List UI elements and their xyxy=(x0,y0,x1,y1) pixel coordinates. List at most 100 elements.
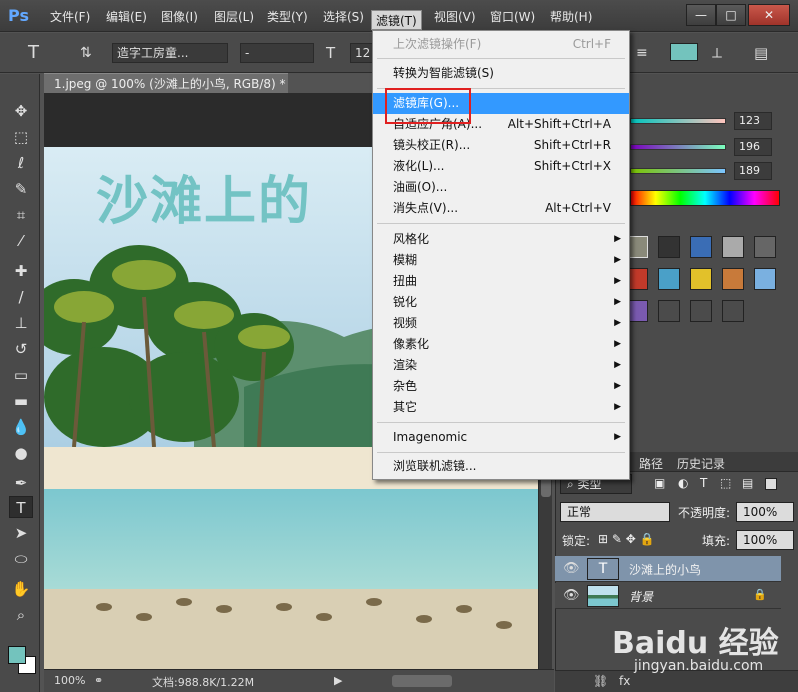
layer-row-background[interactable]: 👁 背景 🔒 xyxy=(555,583,781,609)
eyedropper-tool-icon[interactable]: ⁄ xyxy=(9,230,33,252)
menu-distort[interactable]: 扭曲 ▶ xyxy=(373,271,629,292)
menu-stylize[interactable]: 风格化 ▶ xyxy=(373,229,629,250)
filter-type-icon[interactable]: T xyxy=(700,476,707,490)
menu-select[interactable]: 选择(S) xyxy=(323,8,364,26)
hand-tool-icon[interactable]: ✋ xyxy=(9,578,33,600)
menu-type[interactable]: 类型(Y) xyxy=(267,8,308,26)
menu-pixelate[interactable]: 像素化 ▶ xyxy=(373,334,629,355)
style-swatch[interactable] xyxy=(690,300,712,322)
style-swatch[interactable] xyxy=(658,236,680,258)
style-swatch[interactable] xyxy=(658,268,680,290)
baidu-jingyan-watermark: Baidu 经验 jingyan.baidu.com xyxy=(600,618,790,688)
style-swatch[interactable] xyxy=(754,268,776,290)
menu-noise[interactable]: 杂色 ▶ xyxy=(373,376,629,397)
lock-pixels-icon[interactable]: ⊞ ✎ ✥ 🔒 xyxy=(598,532,655,546)
zoom-tool-icon[interactable]: ⌕ xyxy=(9,604,33,626)
color-spectrum[interactable] xyxy=(630,190,780,206)
tab-paths[interactable]: 路径 xyxy=(639,455,663,472)
style-swatch[interactable] xyxy=(690,236,712,258)
menu-filter[interactable]: 滤镜(T) xyxy=(371,10,422,30)
menu-other[interactable]: 其它 ▶ xyxy=(373,397,629,418)
menu-imagenomic[interactable]: Imagenomic ▶ xyxy=(373,427,629,448)
crop-tool-icon[interactable]: ⌗ xyxy=(9,204,33,226)
text-color-swatch[interactable] xyxy=(670,43,698,61)
font-family-select[interactable]: 造字工房童... xyxy=(112,43,228,63)
opacity-field[interactable]: 100% xyxy=(736,502,794,522)
blur-tool-icon[interactable]: 💧 xyxy=(9,416,33,438)
menu-oil-paint[interactable]: 油画(O)... xyxy=(373,177,629,198)
menu-file[interactable]: 文件(F) xyxy=(50,8,90,26)
menu-window[interactable]: 窗口(W) xyxy=(490,8,535,26)
menu-convert-smart-filter[interactable]: 转换为智能滤镜(S) xyxy=(373,63,629,84)
eraser-tool-icon[interactable]: ▭ xyxy=(9,364,33,386)
filter-toggle-switch[interactable] xyxy=(765,478,777,490)
menu-sharpen[interactable]: 锐化 ▶ xyxy=(373,292,629,313)
menu-view[interactable]: 视图(V) xyxy=(434,8,476,26)
menu-lens-correction[interactable]: 镜头校正(R)... Shift+Ctrl+R xyxy=(373,135,629,156)
align-right-icon[interactable]: ≡ xyxy=(636,43,648,63)
toggle-text-orientation-icon[interactable]: ⇅ xyxy=(80,43,92,63)
minimize-button[interactable]: — xyxy=(686,4,716,26)
status-menu-icon[interactable]: ⚭ xyxy=(94,674,103,687)
lasso-tool-icon[interactable]: ℓ xyxy=(9,152,33,174)
font-style-select[interactable]: - xyxy=(240,43,314,63)
menu-layer[interactable]: 图层(L) xyxy=(214,8,254,26)
color-slider-r[interactable]: 123 xyxy=(630,112,798,132)
font-size-field[interactable]: 12 xyxy=(350,43,374,63)
type-tool-icon[interactable]: T xyxy=(9,496,33,518)
dodge-tool-icon[interactable]: ● xyxy=(9,442,33,464)
filter-shape-icon[interactable]: ⬚ xyxy=(720,476,731,490)
pen-tool-icon[interactable]: ✒ xyxy=(9,472,33,494)
gradient-tool-icon[interactable]: ▬ xyxy=(9,390,33,412)
foreground-color-swatch[interactable] xyxy=(8,646,26,664)
warp-text-icon[interactable]: ⟂ xyxy=(712,43,722,63)
move-tool-icon[interactable]: ✥ xyxy=(9,100,33,122)
menu-help[interactable]: 帮助(H) xyxy=(550,8,592,26)
layer-row-text[interactable]: 👁 T 沙滩上的小鸟 xyxy=(555,556,781,582)
character-panel-icon[interactable]: ▤ xyxy=(754,43,768,63)
menu-video[interactable]: 视频 ▶ xyxy=(373,313,629,334)
filter-smart-icon[interactable]: ▤ xyxy=(742,476,753,490)
color-slider-g[interactable]: 196 xyxy=(630,138,798,158)
menu-image[interactable]: 图像(I) xyxy=(161,8,198,26)
ellipse-tool-icon[interactable]: ⬭ xyxy=(9,548,33,570)
filter-adjust-icon[interactable]: ◐ xyxy=(678,476,688,490)
healing-brush-tool-icon[interactable]: ✚ xyxy=(9,260,33,282)
style-swatch[interactable] xyxy=(722,268,744,290)
menu-edit[interactable]: 编辑(E) xyxy=(106,8,147,26)
visibility-eye-icon[interactable]: 👁 xyxy=(563,561,580,576)
color-slider-b[interactable]: 189 xyxy=(630,162,798,182)
visibility-eye-icon[interactable]: 👁 xyxy=(563,588,580,603)
brush-tool-icon[interactable]: / xyxy=(9,286,33,308)
blend-mode-select[interactable]: 正常 xyxy=(560,502,670,522)
tab-history[interactable]: 历史记录 xyxy=(677,455,725,472)
layer-name[interactable]: 背景 xyxy=(629,588,653,605)
path-selection-tool-icon[interactable]: ➤ xyxy=(9,522,33,544)
style-swatch[interactable] xyxy=(754,236,776,258)
menu-browse-online-filters[interactable]: 浏览联机滤镜... xyxy=(373,456,629,477)
filter-image-icon[interactable]: ▣ xyxy=(654,476,665,490)
type-tool-icon[interactable]: T xyxy=(28,43,39,63)
layer-name[interactable]: 沙滩上的小鸟 xyxy=(629,561,701,578)
watermark-url: jingyan.baidu.com xyxy=(634,658,764,674)
menu-render[interactable]: 渲染 ▶ xyxy=(373,355,629,376)
menu-liquify[interactable]: 液化(L)... Shift+Ctrl+X xyxy=(373,156,629,177)
zoom-level[interactable]: 100% xyxy=(54,674,85,687)
marquee-tool-icon[interactable]: ⬚ xyxy=(9,126,33,148)
status-arrow-icon[interactable]: ▶ xyxy=(334,674,342,687)
clone-stamp-tool-icon[interactable]: ⊥ xyxy=(9,312,33,334)
style-swatch[interactable] xyxy=(722,300,744,322)
menu-vanishing-point[interactable]: 消失点(V)... Alt+Ctrl+V xyxy=(373,198,629,219)
style-swatch[interactable] xyxy=(658,300,680,322)
quick-select-tool-icon[interactable]: ✎ xyxy=(9,178,33,200)
menu-blur[interactable]: 模糊 ▶ xyxy=(373,250,629,271)
styles-panel xyxy=(626,236,786,336)
document-tab[interactable]: 1.jpeg @ 100% (沙滩上的小鸟, RGB/8) * xyxy=(44,73,288,93)
close-button[interactable]: ✕ xyxy=(748,4,790,26)
history-brush-tool-icon[interactable]: ↺ xyxy=(9,338,33,360)
horizontal-scroll-thumb[interactable] xyxy=(392,675,452,687)
fill-field[interactable]: 100% xyxy=(736,530,794,550)
style-swatch[interactable] xyxy=(690,268,712,290)
style-swatch[interactable] xyxy=(722,236,744,258)
maximize-button[interactable]: □ xyxy=(716,4,746,26)
